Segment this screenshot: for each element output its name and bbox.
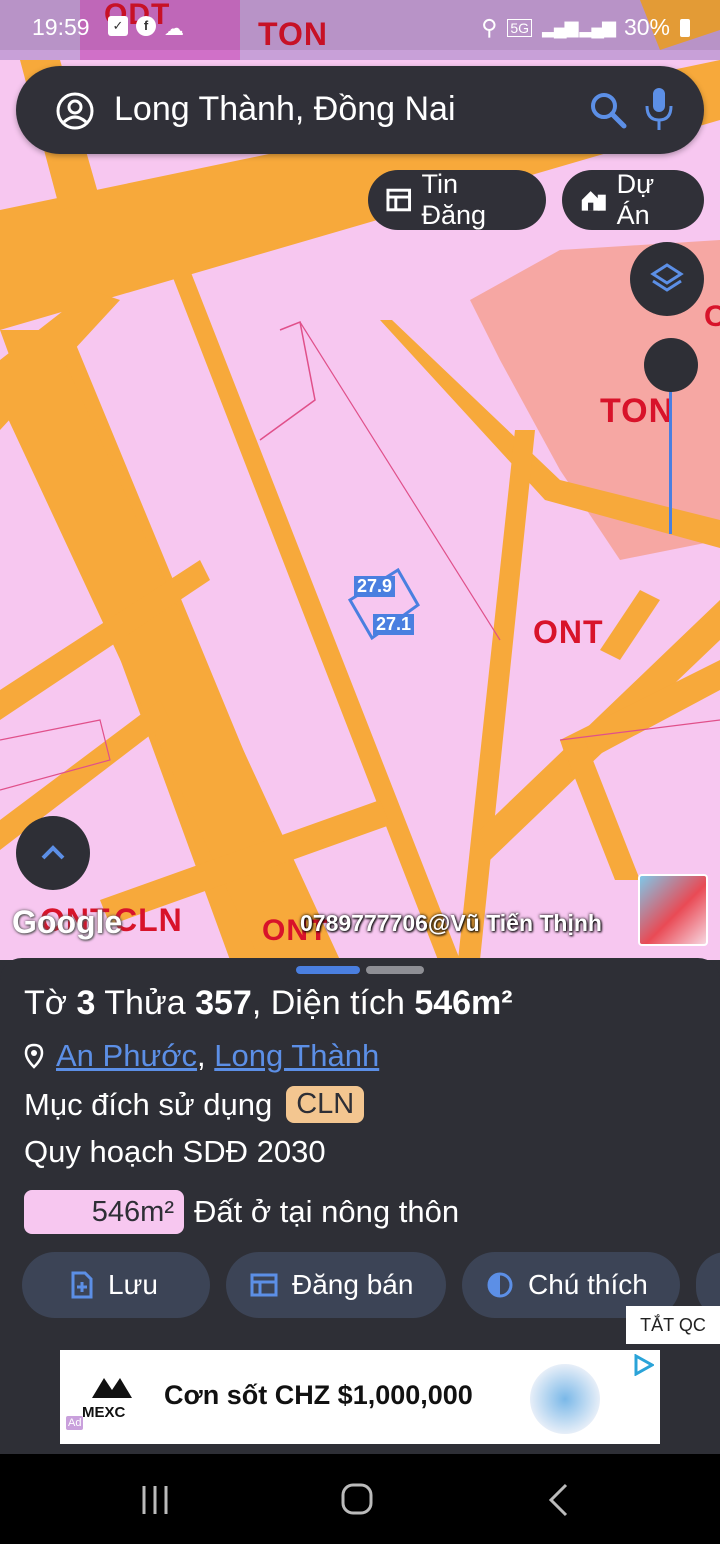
ad-choices-icon[interactable]	[632, 1354, 654, 1376]
watermark-text: 0789777706@Vũ Tiến Thịnh	[300, 910, 602, 936]
chevron-up-icon	[41, 845, 65, 860]
parcel-edge-bottom-length: 27.1	[373, 614, 415, 635]
layers-icon	[650, 263, 684, 292]
location-comma: ,	[197, 1038, 206, 1073]
signal-icon: ▂▄▆ ▂▄▆	[542, 17, 616, 37]
ad-tag: Ad	[66, 1416, 84, 1430]
listing-icon	[386, 188, 412, 212]
search-input[interactable]: Long Thành, Đồng Nai	[114, 90, 456, 129]
google-logo: Google	[12, 904, 123, 940]
plan-area-swatch: 546m²	[24, 1190, 184, 1234]
map-label-ton-right: TON	[600, 392, 675, 430]
back-icon[interactable]	[546, 1482, 570, 1518]
status-bar: 19:59 ✓ f ☁ ⚲ 5G ▂▄▆ ▂▄▆ 30%	[0, 0, 720, 50]
battery-icon	[680, 18, 690, 37]
search-icon[interactable]	[588, 90, 628, 130]
plan-land-type: Đất ở tại nông thôn	[194, 1194, 460, 1229]
location-icon: ⚲	[481, 14, 498, 40]
map-label-ont-center: ONT	[533, 614, 604, 650]
notification-icons: ✓ f ☁	[108, 16, 184, 41]
listings-chip-label: Tin Đăng	[421, 169, 487, 230]
plan-label: Quy hoạch SDĐ 2030	[24, 1134, 326, 1169]
post-sale-button-label: Đăng bán	[292, 1269, 414, 1300]
parcel-info-panel: Tờ 3 Thửa 357, Diện tích 546m² An Phước,…	[0, 958, 720, 1458]
save-button-label: Lưu	[108, 1269, 158, 1300]
mexc-logo-icon	[92, 1378, 132, 1398]
microphone-icon[interactable]	[644, 86, 674, 134]
account-icon[interactable]	[54, 90, 96, 132]
projects-chip-label: Dự Án	[616, 169, 655, 230]
projects-chip[interactable]: Dự Án	[562, 169, 704, 230]
save-button[interactable]: Lưu	[22, 1252, 210, 1318]
parcel-title: Tờ 3 Thửa 357, Diện tích 546m²	[24, 984, 513, 1023]
add-file-icon	[71, 1271, 93, 1299]
close-ad-button[interactable]: TẮT QC	[626, 1306, 720, 1344]
contrast-icon	[487, 1272, 513, 1298]
clock: 19:59	[32, 14, 90, 40]
map-label-cln: CLN	[114, 902, 183, 938]
legend-button-label: Chú thích	[528, 1269, 648, 1300]
plan-area-row: 546m² Đất ở tại nông thôn	[24, 1190, 459, 1234]
check-notification-icon: ✓	[108, 16, 128, 36]
ward-link[interactable]: An Phước	[56, 1038, 197, 1073]
layers-button[interactable]	[630, 242, 704, 316]
building-icon	[581, 191, 606, 211]
expand-up-button[interactable]	[16, 816, 90, 890]
ad-banner[interactable]: MEXC Ad Cơn sốt CHZ $1,000,000	[60, 1350, 660, 1444]
parcel-number: 357	[195, 984, 252, 1022]
land-use-badge: CLN	[286, 1086, 365, 1123]
title-parcel-label: Thửa	[95, 984, 196, 1022]
title-sheet-label: Tờ	[24, 984, 77, 1022]
land-use-row: Mục đích sử dụng CLN	[24, 1086, 365, 1123]
facebook-icon: f	[136, 16, 156, 36]
system-icons: ⚲ 5G ▂▄▆ ▂▄▆ 30%	[481, 14, 690, 41]
map-label-o-right: O	[704, 300, 720, 333]
parcel-edge-top-length: 27.9	[354, 576, 396, 597]
panel-handle-active[interactable]	[296, 966, 360, 974]
listings-chip[interactable]: Tin Đăng	[368, 169, 546, 230]
watermark-photo	[638, 874, 708, 946]
system-nav-bar	[0, 1454, 720, 1544]
post-sale-button[interactable]: Đăng bán	[226, 1252, 446, 1318]
plan-row: Quy hoạch SDĐ 2030	[24, 1134, 326, 1170]
ad-brand: MEXC	[82, 1404, 126, 1421]
sheet-number: 3	[76, 984, 96, 1022]
ad-text: Cơn sốt CHZ $1,000,000	[164, 1380, 473, 1410]
list-post-icon	[250, 1273, 278, 1297]
land-use-label: Mục đích sử dụng	[24, 1086, 273, 1122]
network-type: 5G	[507, 18, 533, 37]
slider-handle[interactable]	[644, 338, 698, 392]
search-bar[interactable]: Long Thành, Đồng Nai	[16, 66, 704, 154]
location-pin-icon	[24, 1043, 44, 1069]
parcel-area: 546m²	[414, 984, 513, 1022]
recent-apps-icon[interactable]	[140, 1484, 170, 1516]
battery-level: 30%	[623, 14, 670, 40]
trophy-icon	[530, 1364, 600, 1434]
panel-handle-inactive[interactable]	[366, 966, 424, 974]
home-icon[interactable]	[340, 1482, 374, 1516]
title-area-label: , Diện tích	[251, 984, 415, 1022]
parcel-location: An Phước, Long Thành	[24, 1038, 379, 1074]
cloud-icon: ☁	[164, 18, 184, 40]
district-link[interactable]: Long Thành	[214, 1038, 379, 1073]
